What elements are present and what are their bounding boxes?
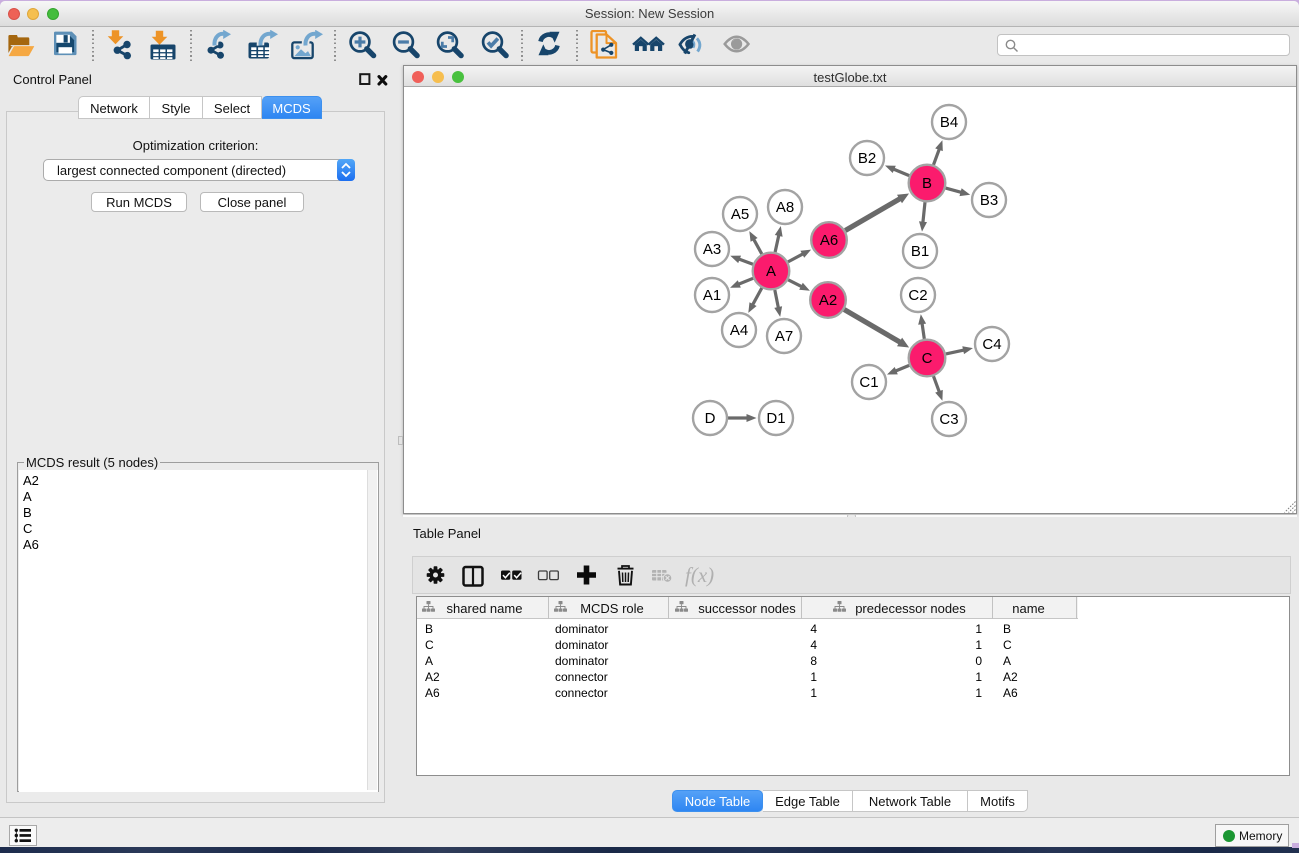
svg-text:A: A — [766, 263, 776, 280]
svg-text:A6: A6 — [820, 232, 838, 249]
svg-text:B2: B2 — [858, 150, 876, 167]
svg-text:A7: A7 — [775, 328, 793, 345]
svg-text:A8: A8 — [776, 199, 794, 216]
svg-text:A3: A3 — [703, 241, 721, 258]
svg-text:A1: A1 — [703, 287, 721, 304]
svg-text:B1: B1 — [911, 243, 929, 260]
svg-text:D: D — [705, 410, 716, 427]
svg-text:B4: B4 — [940, 114, 958, 131]
svg-text:A5: A5 — [731, 206, 749, 223]
svg-text:A2: A2 — [819, 292, 837, 309]
svg-text:C2: C2 — [908, 287, 927, 304]
svg-text:B3: B3 — [980, 192, 998, 209]
svg-text:A4: A4 — [730, 322, 748, 339]
svg-text:C4: C4 — [982, 336, 1001, 353]
svg-text:f(x): f(x) — [685, 563, 714, 587]
svg-text:C1: C1 — [859, 374, 878, 391]
svg-text:C3: C3 — [939, 411, 958, 428]
svg-text:D1: D1 — [766, 410, 785, 427]
svg-text:B: B — [922, 175, 932, 192]
svg-text:C: C — [922, 350, 933, 367]
